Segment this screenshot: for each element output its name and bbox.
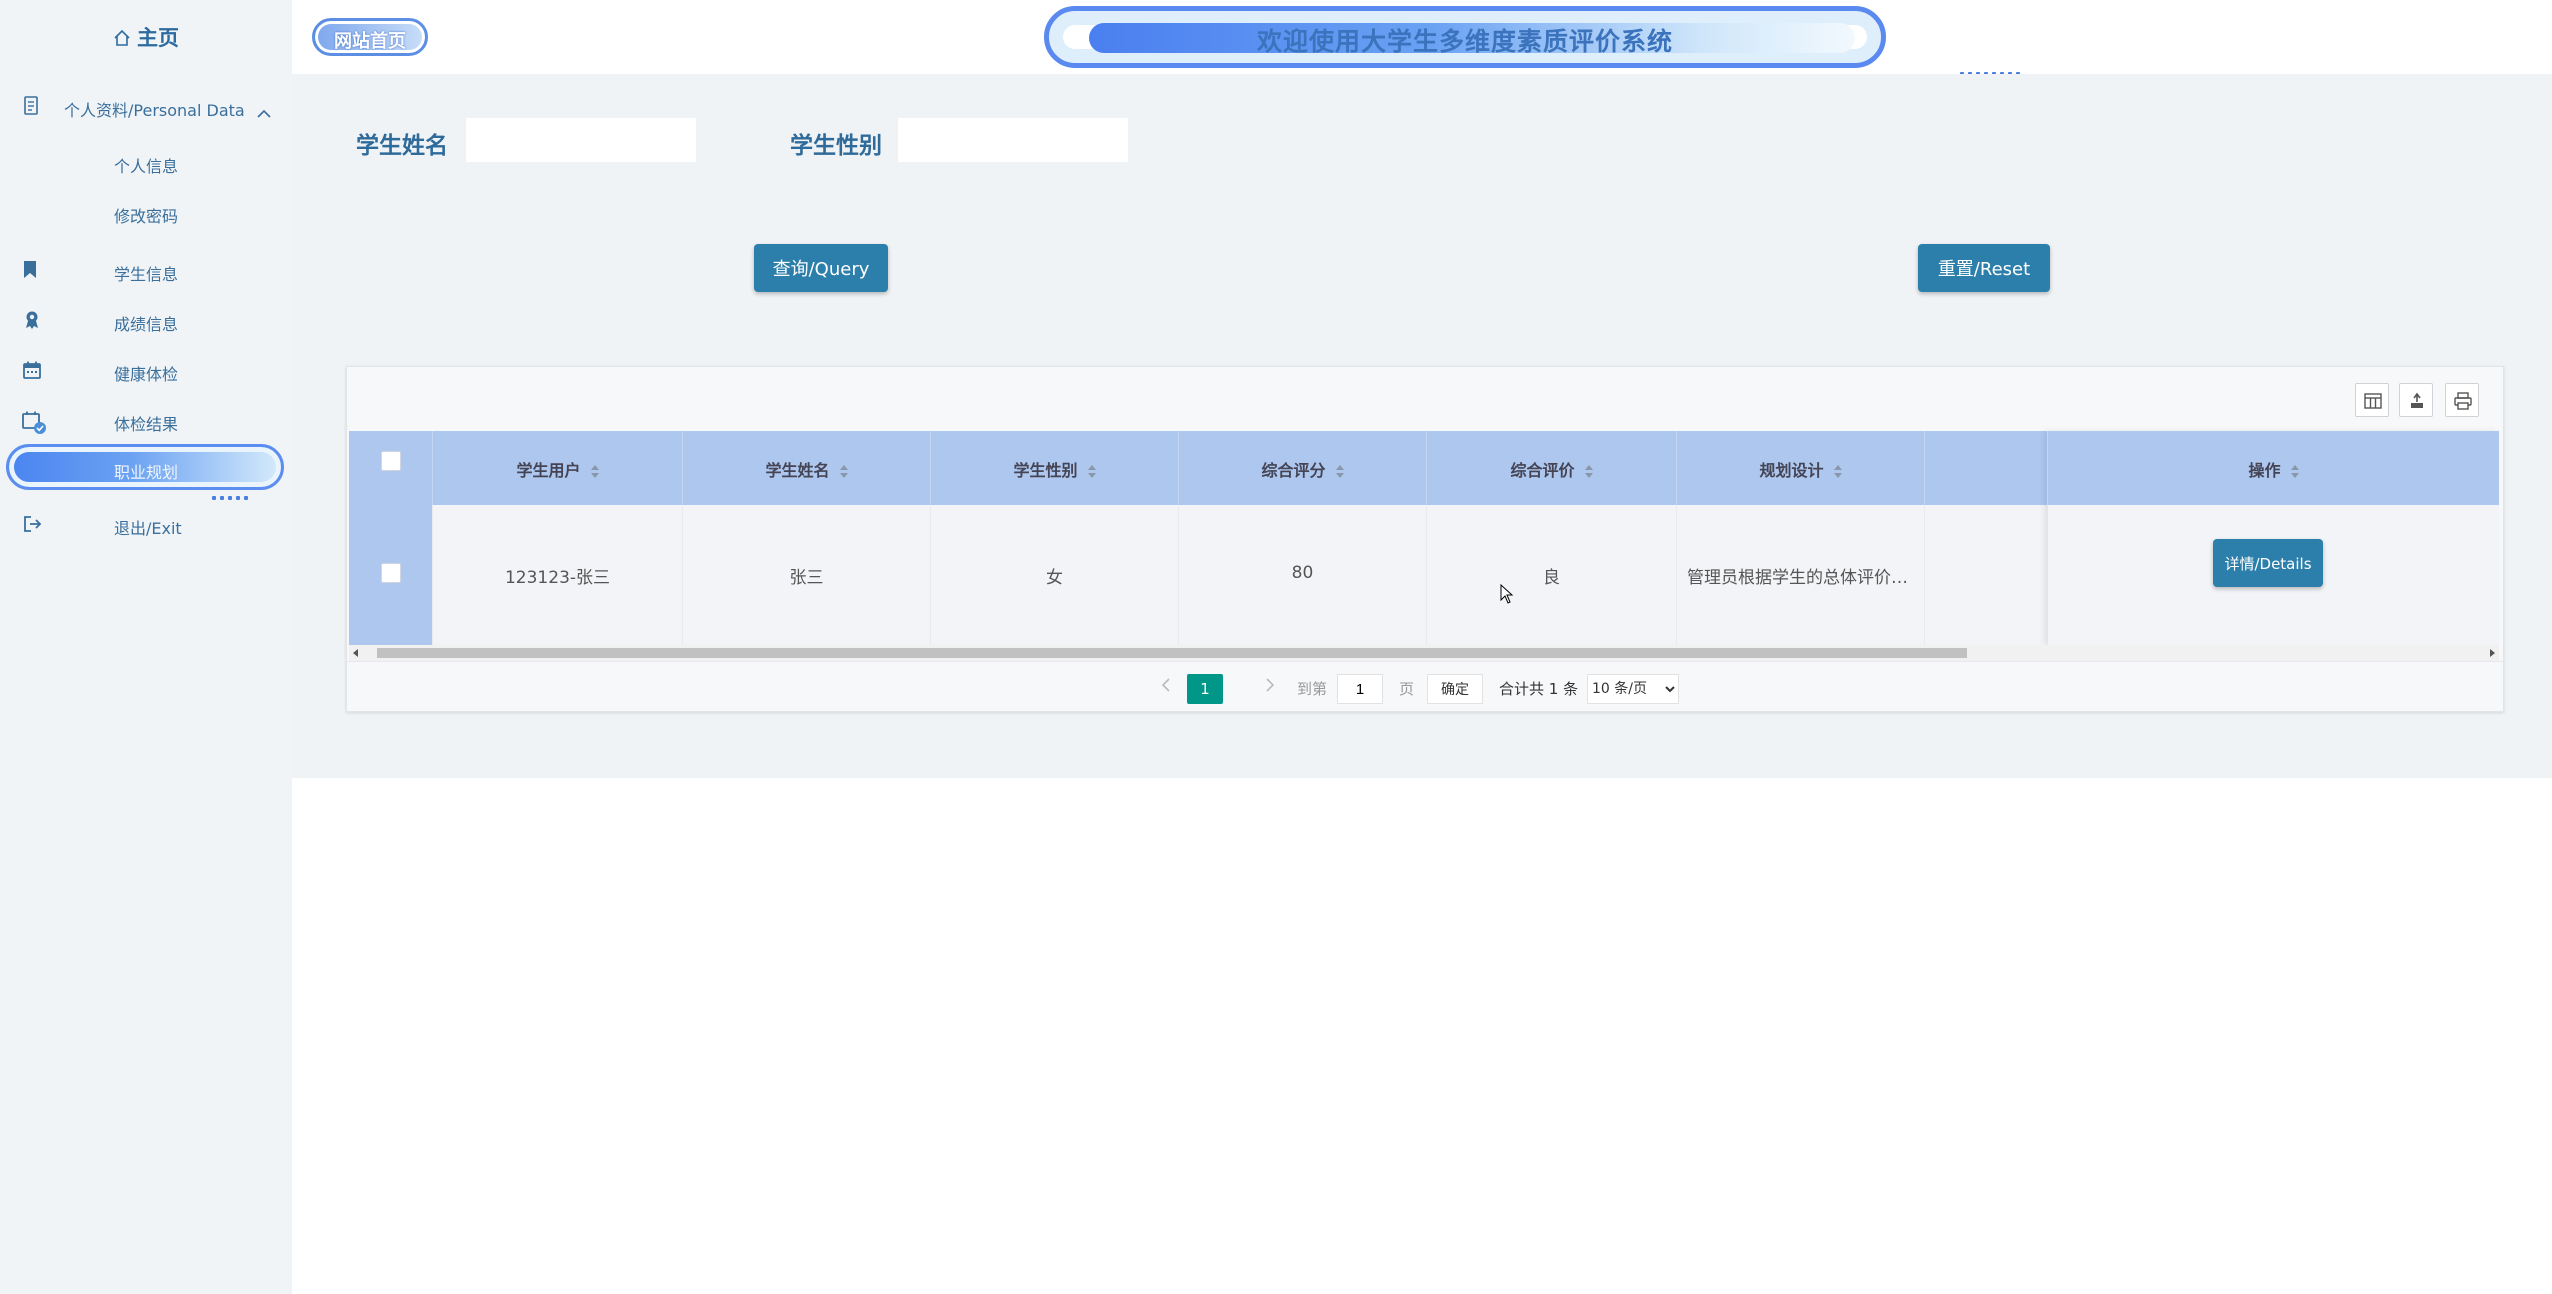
select-all-cell: [349, 431, 433, 505]
sidebar-item-label: 个人资料/Personal Data: [64, 101, 245, 120]
home-label: 主页: [137, 26, 179, 50]
cell-student-gender: 女: [931, 505, 1179, 645]
sort-icon[interactable]: [1833, 464, 1842, 479]
site-home-label: 网站首页: [334, 31, 406, 52]
sidebar-item-label: 体检结果: [114, 415, 179, 434]
export-button[interactable]: [2399, 383, 2433, 417]
calendar-check-icon: [22, 410, 46, 434]
data-table-panel: 学生用户 学生姓名 学生性别 综合评分 综合评价 规划设计 123123-张三 …: [346, 366, 2504, 712]
goto-page-input[interactable]: [1337, 674, 1383, 704]
sort-icon[interactable]: [1584, 464, 1593, 479]
title-banner: 欢迎使用大学生多维度素质评价系统: [1044, 6, 1886, 68]
column-header-student-gender[interactable]: 学生性别: [931, 431, 1179, 505]
next-page-icon[interactable]: [1265, 678, 1275, 696]
page-title: 欢迎使用大学生多维度素质评价系统: [1256, 27, 1673, 56]
columns-icon: [2364, 393, 2382, 409]
sidebar-item-grades[interactable]: 成绩信息: [0, 304, 292, 338]
columns-filter-button[interactable]: [2355, 383, 2389, 417]
mouse-cursor-icon: [1500, 583, 1514, 608]
document-icon: [22, 96, 42, 116]
row-checkbox[interactable]: [381, 563, 401, 583]
sidebar-item-label: 退出/Exit: [114, 519, 182, 538]
column-header-score[interactable]: 综合评分: [1179, 431, 1427, 505]
print-button[interactable]: [2445, 383, 2479, 417]
column-header-hidden: [1925, 431, 2049, 505]
column-header-plan[interactable]: 规划设计: [1677, 431, 1925, 505]
cell-plan: 管理员根据学生的总体评价给予规划设计: [1677, 505, 1925, 645]
cell-score: 80: [1179, 505, 1427, 645]
cell-evaluation: 良: [1427, 505, 1677, 645]
print-icon: [2454, 392, 2472, 410]
sort-icon[interactable]: [2290, 464, 2299, 479]
sort-icon[interactable]: [590, 464, 599, 479]
sidebar-item-career-planning[interactable]: 职业规划: [0, 452, 292, 486]
page-size-select[interactable]: 10 条/页: [1587, 674, 1679, 704]
decorative-dots: [1960, 61, 2024, 76]
home-icon: [113, 28, 131, 52]
sidebar-item-student-info[interactable]: 学生信息: [0, 254, 292, 288]
sidebar-item-label: 职业规划: [114, 463, 179, 482]
pagination: 1 到第 页 确定 合计共 1 条 10 条/页: [347, 661, 2503, 713]
column-header-student-user[interactable]: 学生用户: [433, 431, 683, 505]
sidebar-item-exit[interactable]: 退出/Exit: [0, 508, 292, 542]
select-all-checkbox[interactable]: [381, 451, 401, 471]
reset-button[interactable]: 重置/Reset: [1918, 244, 2050, 292]
main-content: 学生姓名 学生性别 查询/Query 重置/Reset 学生用户 学生姓名 学生…: [292, 74, 2552, 778]
bookmark-icon: [22, 260, 42, 280]
sidebar-item-label: 健康体检: [114, 365, 179, 384]
column-header-actions[interactable]: 操作: [2047, 431, 2499, 505]
sidebar-item-label: 修改密码: [114, 207, 179, 226]
query-button[interactable]: 查询/Query: [754, 244, 888, 292]
student-name-input[interactable]: [466, 118, 696, 162]
student-gender-input[interactable]: [898, 118, 1128, 162]
top-bar: 网站首页 欢迎使用大学生多维度素质评价系统: [292, 0, 2552, 76]
goto-confirm-button[interactable]: 确定: [1427, 674, 1483, 704]
scrollbar-thumb[interactable]: [377, 648, 1967, 658]
page-unit-label: 页: [1399, 680, 1415, 698]
cell-student-user: 123123-张三: [433, 505, 683, 645]
sidebar-item-exam-results[interactable]: 体检结果: [0, 404, 292, 438]
site-home-button[interactable]: 网站首页: [312, 18, 428, 56]
page-1-button[interactable]: 1: [1187, 674, 1223, 704]
export-icon: [2411, 392, 2423, 408]
sidebar-item-change-password[interactable]: 修改密码: [0, 196, 292, 230]
column-header-student-name[interactable]: 学生姓名: [683, 431, 931, 505]
chevron-up-icon[interactable]: [256, 104, 276, 124]
student-gender-label: 学生性别: [790, 133, 882, 159]
student-name-label: 学生姓名: [356, 133, 448, 159]
column-header-evaluation[interactable]: 综合评价: [1427, 431, 1677, 505]
goto-label: 到第: [1297, 680, 1328, 698]
sidebar-item-label: 成绩信息: [114, 315, 179, 334]
sort-icon[interactable]: [1335, 464, 1344, 479]
sort-icon[interactable]: [839, 464, 848, 479]
sidebar-item-label: 学生信息: [114, 265, 179, 284]
cell-student-name: 张三: [683, 505, 931, 645]
sort-icon[interactable]: [1087, 464, 1096, 479]
calendar-icon: [22, 360, 42, 380]
details-button[interactable]: 详情/Details: [2213, 539, 2323, 587]
sidebar-item-personal-data[interactable]: 个人资料/Personal Data: [0, 90, 292, 124]
sidebar-item-label: 个人信息: [114, 157, 179, 176]
scroll-right-icon[interactable]: [2490, 649, 2495, 657]
sidebar-home[interactable]: 主页: [0, 22, 292, 52]
prev-page-icon[interactable]: [1161, 678, 1171, 696]
fixed-actions-column: 操作 详情/Details: [2047, 431, 2499, 645]
sidebar-item-health-check[interactable]: 健康体检: [0, 354, 292, 388]
award-icon: [22, 310, 42, 330]
sidebar-item-personal-info[interactable]: 个人信息: [0, 146, 292, 180]
cell-hidden: [1925, 505, 2049, 645]
total-count: 合计共 1 条: [1499, 680, 1579, 698]
logout-icon: [22, 514, 42, 534]
horizontal-scrollbar[interactable]: [349, 645, 2499, 661]
scroll-left-icon[interactable]: [353, 649, 358, 657]
row-select-cell: [349, 505, 433, 645]
sidebar: 主页 个人资料/Personal Data 个人信息 修改密码 学生信息 成绩信…: [0, 0, 292, 1294]
